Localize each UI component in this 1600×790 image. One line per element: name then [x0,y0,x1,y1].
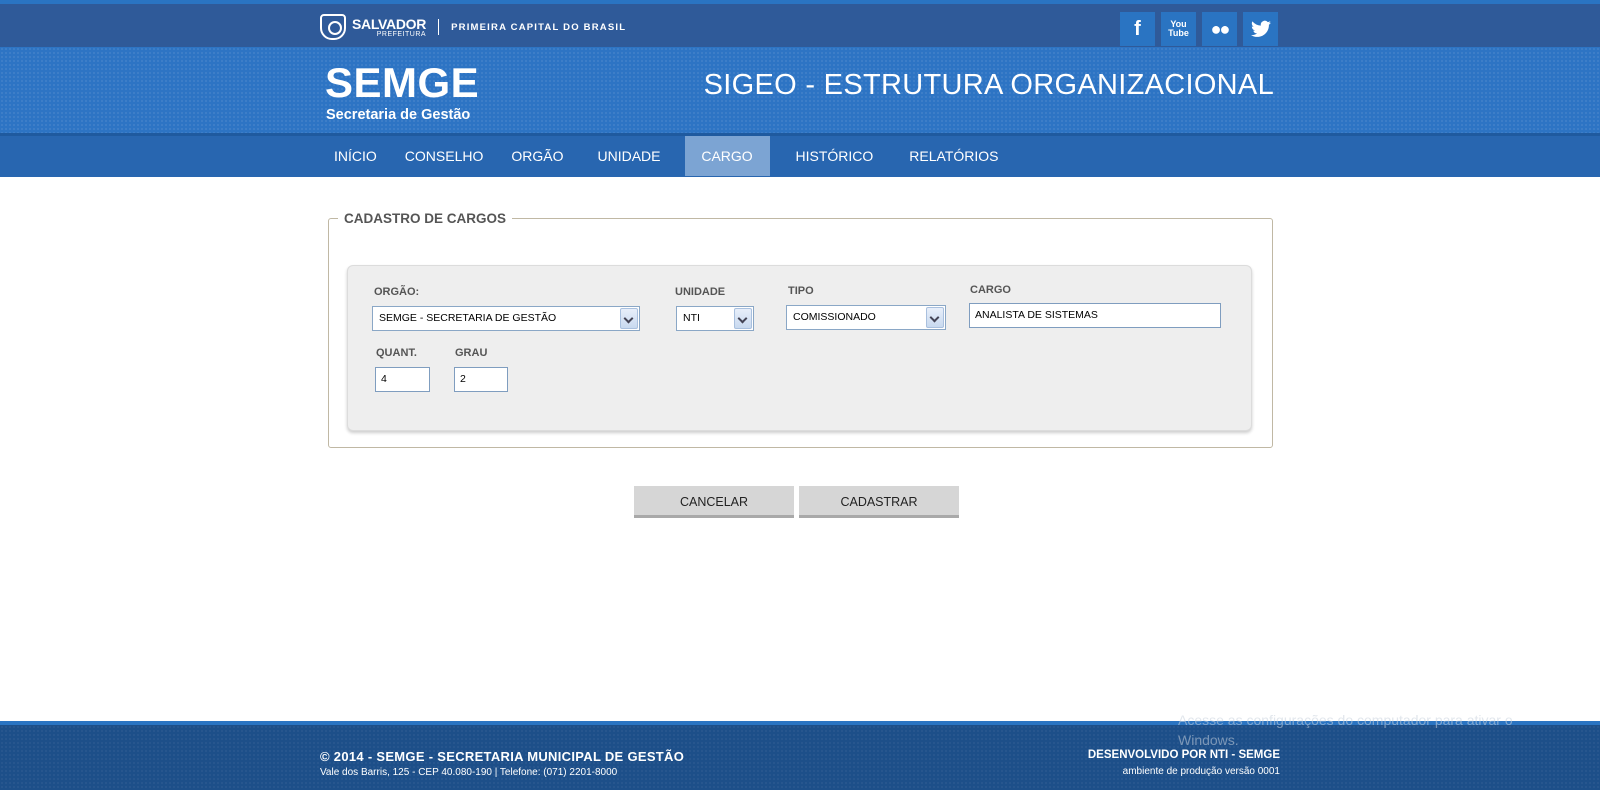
orgao-label: ORGÃO: [374,286,420,298]
cancel-button[interactable]: CANCELAR [634,486,794,518]
windows-activation-watermark: Acesse as configurações do computador pa… [1178,712,1513,748]
cargo-input[interactable]: ANALISTA DE SISTEMAS [969,303,1221,328]
grau-label: GRAU [455,347,488,359]
tipo-select[interactable]: COMISSIONADO [786,305,946,330]
nav-item-historico[interactable]: HISTÓRICO [782,136,888,176]
twitter-icon[interactable] [1243,12,1278,46]
flickr-icon[interactable]: ●● [1202,12,1237,46]
logo-sub-text: PREFEITURA [376,30,427,38]
footer-developer: DESENVOLVIDO POR NTI - SEMGE [1087,749,1280,761]
logo-divider [438,19,440,35]
orgao-select[interactable]: SEMGE - SECRETARIA DE GESTÃO [372,306,640,331]
quant-label: QUANT. [376,347,417,359]
panel-legend: CADASTRO DE CARGOS [344,211,507,226]
main-nav: INÍCIO CONSELHO ORGÃO UNIDADE CARGO HIST… [0,133,1600,177]
footer-address: Vale dos Barris, 125 - CEP 40.080-190 | … [320,767,618,778]
submit-button[interactable]: CADASTRAR [799,486,959,518]
footer-version: ambiente de produção versão 0001 [1122,766,1280,777]
nav-item-orgao[interactable]: ORGÃO [497,136,583,176]
chevron-down-icon[interactable] [734,308,752,329]
salvador-logo[interactable]: SALVADOR PREFEITURA PRIMEIRA CAPITAL DO … [320,12,626,42]
brand-subtitle: Secretaria de Gestão [326,107,471,123]
nav-item-conselho[interactable]: CONSELHO [391,136,498,176]
nav-item-inicio[interactable]: INÍCIO [320,136,391,176]
quant-input[interactable]: 4 [375,367,430,392]
youtube-icon[interactable]: You Tube [1161,12,1196,46]
footer-copyright: © 2014 - SEMGE - SECRETARIA MUNICIPAL DE… [320,749,685,764]
unidade-label: UNIDADE [675,286,726,298]
grau-input[interactable]: 2 [454,367,508,392]
cadastro-cargos-panel: CADASTRO DE CARGOS ORGÃO: SEMGE - SECRET… [328,211,1273,448]
chevron-down-icon[interactable] [926,307,944,328]
site-header: SEMGE Secretaria de Gestão SIGEO - ESTRU… [0,47,1600,133]
logo-main-text: SALVADOR [352,15,427,32]
nav-item-cargo[interactable]: CARGO [684,136,770,176]
facebook-icon[interactable]: f [1120,12,1155,46]
nav-item-relatorios[interactable]: RELATÓRIOS [895,136,1012,176]
logo-tagline: PRIMEIRA CAPITAL DO BRASIL [451,21,627,33]
city-crest-icon [320,14,346,40]
chevron-down-icon[interactable] [620,308,638,329]
cargo-label: CARGO [970,284,1011,296]
top-bar: SALVADOR PREFEITURA PRIMEIRA CAPITAL DO … [0,0,1600,47]
social-links: f You Tube ●● [1120,12,1278,46]
brand-title: SEMGE [325,59,480,106]
form-box: ORGÃO: SEMGE - SECRETARIA DE GESTÃO UNID… [347,265,1252,431]
app-title: SIGEO - ESTRUTURA ORGANIZACIONAL [703,69,1274,101]
nav-item-unidade[interactable]: UNIDADE [583,136,674,176]
unidade-select[interactable]: NTI [676,306,754,331]
tipo-label: TIPO [788,285,814,297]
